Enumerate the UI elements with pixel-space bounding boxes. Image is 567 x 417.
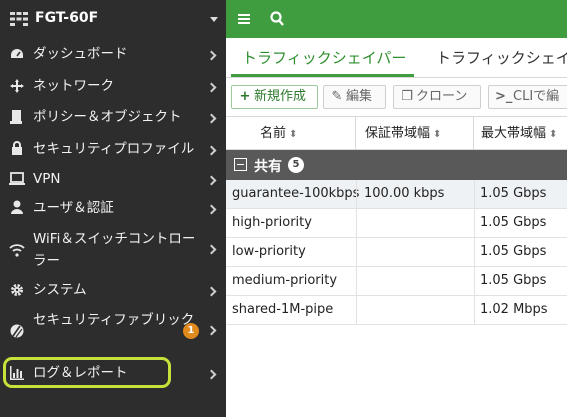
sidebar-item-label: セキュリティファブリック <box>33 312 195 328</box>
table-header: 名前 ⬍ 保証帯域幅 ⬍ 最大帯域幅 ⬍ <box>226 116 567 150</box>
column-header-name[interactable]: 名前 ⬍ <box>226 117 356 150</box>
table-row[interactable]: high-priority 1.05 Gbps <box>226 209 567 238</box>
create-new-label: 新規作成 <box>254 89 307 104</box>
plus-icon: + <box>239 89 251 104</box>
sidebar-item-system[interactable]: システム <box>0 278 226 302</box>
notification-badge: 1 <box>183 323 199 339</box>
active-tab-indicator <box>231 74 414 77</box>
pencil-icon: ✎ <box>331 89 343 104</box>
sidebar-item-label: ダッシュボード <box>33 46 128 62</box>
chevron-right-icon <box>206 286 217 297</box>
cell-max: 1.02 Mbps <box>480 302 548 317</box>
chevron-down-icon[interactable] <box>210 17 218 22</box>
group-row-shared[interactable]: 共有 5 <box>226 150 567 180</box>
cell-name: shared-1M-pipe <box>232 302 334 317</box>
table-row[interactable]: guarantee-100kbps 100.00 kbps 1.05 Gbps <box>226 180 567 209</box>
toolbar: + 新規作成 ✎ 編集 ❐ クローン >_CLIで編 <box>226 78 567 116</box>
table-row[interactable]: shared-1M-pipe 1.02 Mbps <box>226 296 567 325</box>
chevron-right-icon <box>206 145 217 156</box>
collapse-icon[interactable] <box>234 158 247 171</box>
lock-icon <box>12 141 22 155</box>
column-header-max-bandwidth[interactable]: 最大帯域幅 ⬍ <box>474 117 567 150</box>
sidebar-item-label: システム <box>33 282 87 298</box>
cell-max: 1.05 Gbps <box>480 186 547 201</box>
chevron-right-icon <box>206 325 217 336</box>
sidebar-item-policy-objects[interactable]: ポリシー＆オブジェクト <box>0 105 226 129</box>
sidebar-item-label: セキュリティプロファイル <box>33 141 195 157</box>
sidebar-item-security-profiles[interactable]: セキュリティプロファイル <box>0 137 226 161</box>
sidebar-item-label: ユーザ＆認証 <box>33 200 114 216</box>
sidebar-item-vpn[interactable]: VPN <box>0 167 226 191</box>
search-icon[interactable] <box>270 11 284 27</box>
table-row[interactable]: medium-priority 1.05 Gbps <box>226 267 567 296</box>
cell-max: 1.05 Gbps <box>480 244 547 259</box>
cli-edit-button[interactable]: >_CLIで編 <box>488 85 567 109</box>
cell-max: 1.05 Gbps <box>480 273 547 288</box>
column-divider <box>474 180 475 325</box>
wifi-icon <box>9 244 25 257</box>
table-row[interactable]: low-priority 1.05 Gbps <box>226 238 567 267</box>
monitor-icon <box>9 172 25 185</box>
terminal-icon: >_ <box>495 89 513 104</box>
sidebar-item-wifi-switch[interactable]: WiFi＆スイッチコントローラー <box>0 228 226 272</box>
device-name: FGT-60F <box>35 10 99 26</box>
clone-button[interactable]: ❐ クローン <box>393 85 481 109</box>
chevron-right-icon <box>206 113 217 124</box>
chevron-right-icon <box>206 204 217 215</box>
sort-icon: ⬍ <box>549 129 558 140</box>
cli-edit-label: CLIで編 <box>513 89 560 104</box>
clone-icon: ❐ <box>401 89 413 104</box>
cell-name: high-priority <box>232 215 312 230</box>
sort-icon: ⬍ <box>289 129 298 140</box>
cell-guaranteed: 100.00 kbps <box>364 186 445 201</box>
tab-traffic-shaping[interactable]: トラフィックシェイ <box>436 47 567 68</box>
sidebar-item-user-auth[interactable]: ユーザ＆認証 <box>0 196 226 220</box>
user-icon <box>11 200 23 214</box>
sidebar-item-label: WiFi＆スイッチコントローラー <box>33 231 196 269</box>
group-title: 共有 <box>254 159 282 175</box>
clone-label: クローン <box>416 89 468 104</box>
sidebar: FGT-60F ダッシュボード ネットワーク ポリシー＆オブジェクト セキュリテ… <box>0 0 226 417</box>
cell-name: guarantee-100kbps <box>232 186 360 201</box>
chevron-right-icon <box>206 50 217 61</box>
create-new-button[interactable]: + 新規作成 <box>231 85 318 109</box>
sidebar-item-network[interactable]: ネットワーク <box>0 74 226 98</box>
edit-label: 編集 <box>346 89 373 104</box>
fabric-icon <box>10 324 24 338</box>
policy-icon <box>10 110 22 124</box>
column-divider <box>356 180 357 325</box>
chevron-right-icon <box>206 369 217 380</box>
network-icon <box>10 79 24 93</box>
cell-name: low-priority <box>232 244 306 259</box>
column-header-guaranteed-bandwidth[interactable]: 保証帯域幅 ⬍ <box>356 117 474 150</box>
menu-icon[interactable] <box>238 14 250 24</box>
dashboard-icon <box>11 49 23 58</box>
sidebar-item-label: ネットワーク <box>33 78 114 94</box>
gear-icon <box>11 284 23 296</box>
sidebar-item-label: ポリシー＆オブジェクト <box>33 109 182 125</box>
group-count-badge: 5 <box>288 157 304 173</box>
tab-bar: トラフィックシェイパー トラフィックシェイ <box>226 38 567 78</box>
sort-icon: ⬍ <box>433 129 442 140</box>
sidebar-item-security-fabric[interactable]: セキュリティファブリック 1 <box>0 309 226 353</box>
device-header[interactable]: FGT-60F <box>0 0 226 38</box>
chevron-right-icon <box>206 175 217 186</box>
cell-max: 1.05 Gbps <box>480 215 547 230</box>
sidebar-item-label: VPN <box>33 171 61 187</box>
edit-button[interactable]: ✎ 編集 <box>323 85 386 109</box>
top-bar <box>226 0 567 38</box>
tab-traffic-shapers[interactable]: トラフィックシェイパー <box>242 47 406 68</box>
highlight-annotation <box>3 357 171 388</box>
sidebar-item-dashboard[interactable]: ダッシュボード <box>0 42 226 66</box>
cell-name: medium-priority <box>232 273 338 288</box>
chevron-right-icon <box>206 82 217 93</box>
fortigate-logo-icon <box>10 12 28 26</box>
chevron-right-icon <box>206 244 217 255</box>
